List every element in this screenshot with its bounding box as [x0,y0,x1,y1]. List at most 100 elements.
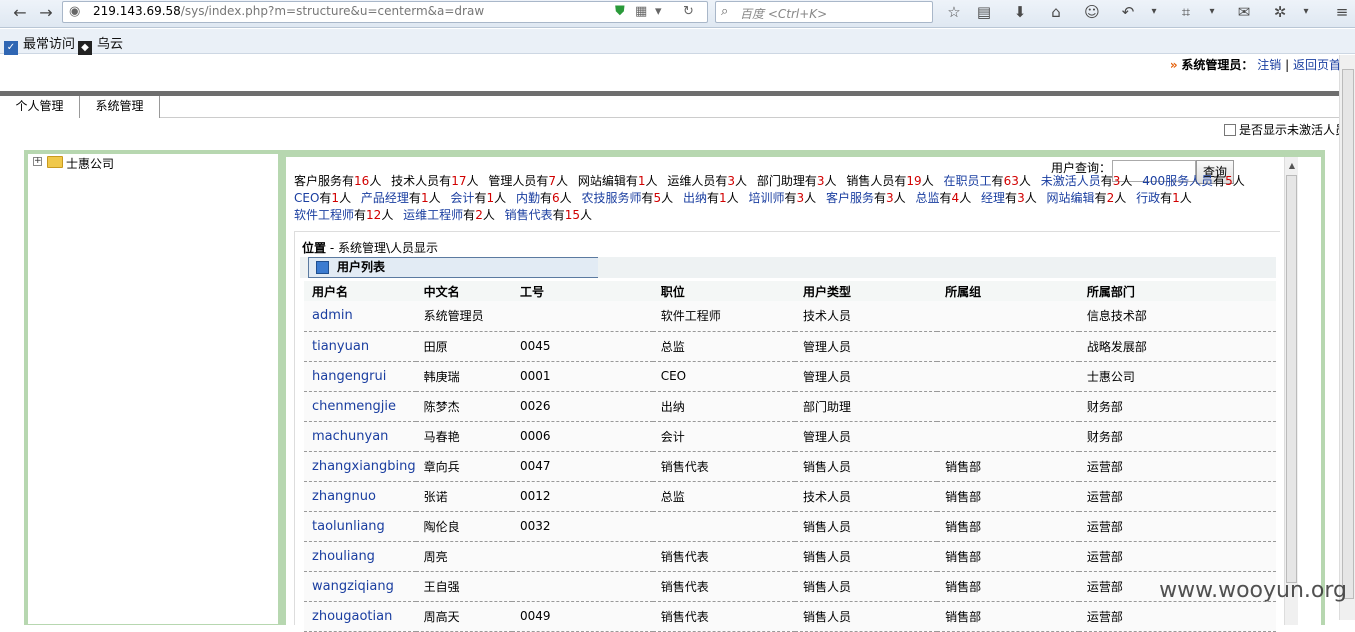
star-icon[interactable]: ☆ [942,1,966,23]
stat-item[interactable]: CEO有1人 [294,191,351,205]
stat-item[interactable]: 销售代表有15人 [505,208,592,222]
stat-count: 19 [906,174,922,188]
scroll-up-icon[interactable]: ▲ [1285,159,1299,173]
table-row: zhangxiangbing 章向兵 0047 销售代表 销售人员 销售部 运营部 [304,451,1276,482]
reload-icon[interactable]: ↻ [683,3,694,21]
stat-label: 销售代表 [504,208,553,222]
stat-has: 有 [894,174,907,188]
table-cell [512,571,653,602]
table-cell: 运营部 [1078,541,1276,572]
username-link[interactable]: machunyan [304,421,416,452]
stat-unit: 人 [804,191,817,205]
chat-icon[interactable]: ✉ [1232,1,1256,23]
show-inactive-checkbox[interactable] [1223,124,1236,136]
menu-icon[interactable]: ≡ [1330,1,1354,23]
stat-count: 1 [331,191,340,205]
shield-icon[interactable]: ⛊ [615,3,625,21]
undo-icon[interactable]: ↶ [1116,1,1140,23]
table-cell: 运营部 [1078,511,1276,542]
username-link[interactable]: tianyuan [304,331,416,362]
stat-label: 内勤 [515,191,540,205]
expand-icon[interactable]: + [33,157,42,166]
user-table: 用户名 中文名 工号 职位 用户类型 所属组 所属部门 admin 系统管理员 软件工程师 技术人… [304,281,1276,632]
table-cell: 销售人员 [795,601,938,632]
stat-item[interactable]: 会计有1人 [450,191,506,205]
stat-item[interactable]: 内勤有6人 [516,191,572,205]
bug-dropdown-icon[interactable]: ▾ [1294,1,1318,23]
stat-item[interactable]: 400服务人员有5人 [1142,174,1245,188]
table-cell: 0049 [512,601,653,632]
stat-item[interactable]: 在职员工有63人 [944,174,1031,188]
stat-item[interactable]: 软件工程师有12人 [294,208,393,222]
stat-unit: 人 [893,191,906,205]
username-link[interactable]: zhangnuo [304,481,416,512]
stat-item[interactable]: 产品经理有1人 [361,191,441,205]
stat-item[interactable]: 农技服务师有5人 [581,191,673,205]
stat-label: 客户服务 [826,191,875,205]
stat-item[interactable]: 经理有3人 [981,191,1037,205]
stat-has: 有 [804,174,817,188]
stat-unit: 人 [369,174,382,188]
dropdown-icon[interactable]: ▾ [655,3,662,21]
home-icon[interactable]: ⌂ [1044,1,1068,23]
tree-node-root[interactable]: 士惠公司 [66,155,114,172]
stat-count: 12 [366,208,382,222]
stat-unit: 人 [824,174,837,188]
stat-count: 2 [475,208,483,222]
stat-item[interactable]: 网站编辑有2人 [1047,191,1127,205]
logout-link[interactable]: 注销 [1257,58,1281,72]
address-bar[interactable]: ◉ 219.143.69.58/sys/index.php?m=structur… [62,1,708,23]
bookmark-wooyun[interactable]: ◆ 乌云 [78,33,123,55]
back-home-link[interactable]: 返回页首 [1293,58,1341,72]
table-cell: 出纳 [652,391,796,422]
main-tabs: 个人管理 系统管理 [0,96,1350,118]
bookmark-most-visited[interactable]: ✓ 最常访问 [4,33,75,55]
stat-has: 有 [552,208,565,222]
show-inactive-toggle[interactable]: 是否显示未激活人员 [1223,121,1347,138]
qrcode-icon[interactable]: ▦ [635,3,647,21]
page-scroll-thumb[interactable] [1342,69,1354,599]
username-link[interactable]: hangengrui [304,361,416,392]
stat-unit: 人 [1179,191,1192,205]
panel-scrollbar[interactable]: ▲ [1284,157,1298,625]
bug-icon[interactable]: ✲ [1268,1,1292,23]
forward-icon[interactable]: → [34,2,58,24]
username-link[interactable]: zhangxiangbing [304,451,416,482]
column-header: 职位 [652,281,796,301]
stat-item[interactable]: 总监有4人 [916,191,972,205]
tab-system[interactable]: 系统管理 [80,96,160,118]
username-link[interactable]: zhouliang [304,541,416,572]
table-cell: 运营部 [1078,451,1276,482]
stat-item[interactable]: 未激活人员有3人 [1041,174,1133,188]
table-cell: 田原 [415,331,512,362]
stat-item[interactable]: 客户服务有3人 [826,191,906,205]
crop-dropdown-icon[interactable]: ▾ [1200,1,1224,23]
username-link[interactable]: chenmengjie [304,391,416,422]
table-cell: 韩庚瑞 [415,361,512,392]
stat-has: 有 [1100,174,1113,188]
stat-item[interactable]: 行政有1人 [1136,191,1192,205]
crop-icon[interactable]: ⌗ [1174,1,1198,23]
table-cell: 销售部 [937,451,1079,482]
reading-list-icon[interactable]: ▤ [972,1,996,23]
tab-personal[interactable]: 个人管理 [0,96,80,118]
page-scrollbar[interactable] [1339,55,1355,620]
scroll-thumb[interactable] [1286,175,1297,583]
table-cell [652,511,796,542]
stat-item[interactable]: 运维工程师有2人 [403,208,495,222]
stat-item[interactable]: 培训师有3人 [748,191,816,205]
download-icon[interactable]: ⬇ [1008,1,1032,23]
stat-count: 1 [637,174,646,188]
stat-label: 400服务人员 [1142,174,1214,188]
smiley-icon[interactable]: ☺ [1080,1,1104,23]
search-box[interactable]: ⌕ 百度 <Ctrl+K> [715,1,933,23]
username-link[interactable]: admin [304,301,416,332]
back-icon[interactable]: ← [8,2,32,24]
username-link[interactable]: zhougaotian [304,601,416,632]
undo-dropdown-icon[interactable]: ▾ [1142,1,1166,23]
username-link[interactable]: wangziqiang [304,571,416,602]
username-link[interactable]: taolunliang [304,511,416,542]
stat-has: 有 [715,174,728,188]
stat-label: 出纳 [682,191,707,205]
stat-item[interactable]: 出纳有1人 [683,191,739,205]
